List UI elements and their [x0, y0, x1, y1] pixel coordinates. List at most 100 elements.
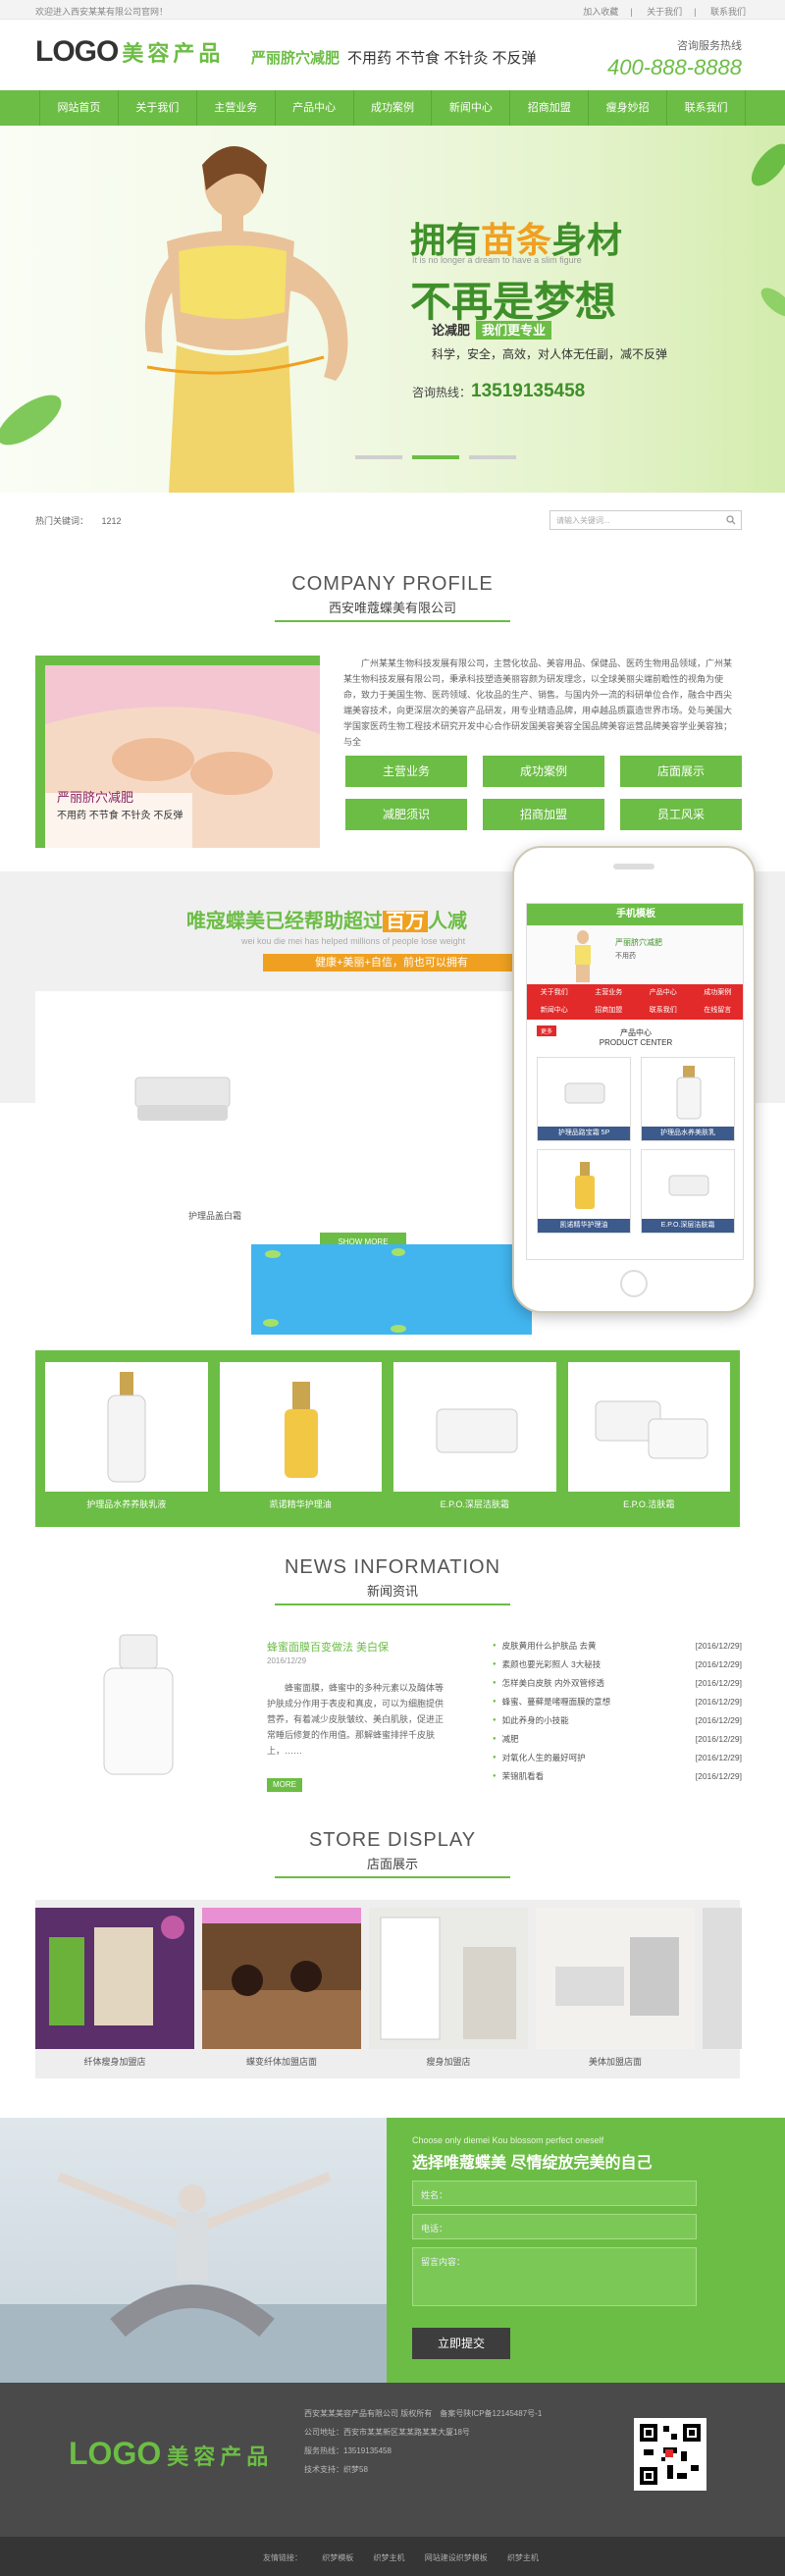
phone-field[interactable]: 电话： — [412, 2214, 697, 2239]
hot-keywords: 热门关键词： 1212 — [35, 516, 122, 526]
phone-product-card[interactable]: 护理品水养美肤乳 — [641, 1057, 735, 1141]
contact-form: Choose only diemei Kou blossom perfect o… — [387, 2118, 785, 2383]
phone-nav-item[interactable]: 招商加盟 — [582, 1002, 637, 1020]
news-list-item[interactable]: 对氧化人生的最好呵护[2016/12/29] — [493, 1749, 742, 1767]
about-section-title: COMPANY PROFILE 西安唯蔻蝶美有限公司 — [0, 573, 785, 622]
friend-link[interactable]: 织梦主机 — [507, 2553, 539, 2562]
footer: LOGO 美容产品 西安某某美容产品有限公司 版权所有 备案号陕ICP备12145… — [0, 2383, 785, 2537]
news-list-item[interactable]: 蜂蜜、蔓藓是啫喱面膜的意想[2016/12/29] — [493, 1693, 742, 1711]
nav-business[interactable]: 主营业务 — [197, 90, 276, 126]
about-image: 严丽脐穴减肥 不用药 不节食 不针灸 不反弹 — [35, 656, 320, 848]
phone-nav-item[interactable]: 产品中心 — [636, 984, 691, 1002]
banner-illustration — [0, 143, 785, 493]
nav-franchise[interactable]: 招商加盟 — [510, 90, 590, 126]
news-list-item[interactable]: 茉锦肌看看[2016/12/29] — [493, 1767, 742, 1786]
product-strip: 护理品水养养肤乳液 凯诺精华护理油 E.P.O.深层洁肤霜 E.P.O.洁肤霜 — [35, 1350, 740, 1527]
contact-title: 选择唯蔻蝶美 尽情绽放完美的自己 — [412, 2155, 653, 2172]
news-list-item[interactable]: 怎样美白皮肤 内外双管修透[2016/12/29] — [493, 1674, 742, 1693]
name-field[interactable]: 姓名： — [412, 2181, 697, 2206]
phone-product-card[interactable]: 凯诺精华护理油 — [537, 1149, 631, 1234]
hot-keyword-item[interactable]: 1212 — [102, 516, 122, 526]
news-headline[interactable]: 蜂蜜面膜百变做法 美白保 — [267, 1639, 389, 1655]
about-btn-business[interactable]: 主营业务 — [345, 756, 467, 787]
nav-news[interactable]: 新闻中心 — [432, 90, 511, 126]
search-input[interactable]: 请输入关键词... — [550, 510, 742, 530]
header: LOGO 美容产品 严丽脐穴减肥 不用药 不节食 不针灸 不反弹 咨询服务热线 40… — [0, 20, 785, 88]
store-card[interactable]: 美体加盟店面 — [536, 1908, 695, 2067]
about-btn-stores[interactable]: 店面展示 — [620, 756, 742, 787]
banner-hotline: 咨询热线：13519135458 — [412, 381, 586, 401]
cream-jar-image — [436, 1408, 518, 1453]
cream-jar-image — [134, 1077, 231, 1121]
friend-links-bar: 友情链接： 织梦模板 织梦主机 网站建设织梦模板 织梦主机 — [0, 2537, 785, 2576]
add-favorite-link[interactable]: 加入收藏 — [583, 7, 618, 17]
hero-banner: 拥有苗条身材 It is no longer a dream to have a… — [0, 126, 785, 493]
banner-dot-1[interactable] — [355, 455, 402, 459]
news-more-button[interactable]: MORE — [267, 1778, 302, 1792]
news-list-item[interactable]: 皮肤黄用什么护肤品 去黄[2016/12/29] — [493, 1637, 742, 1656]
phone-product-card[interactable]: E.P.O.深层洁肤霜 — [641, 1149, 735, 1234]
header-slogan: 严丽脐穴减肥 不用药 不节食 不针灸 不反弹 — [251, 50, 537, 67]
about-link[interactable]: 关于我们 — [647, 7, 682, 17]
phone-nav-item[interactable]: 成功案例 — [691, 984, 744, 1002]
banner-dot-3[interactable] — [469, 455, 516, 459]
welcome-text: 欢迎进入西安某某有限公司官网！ — [35, 7, 169, 17]
nav-cases[interactable]: 成功案例 — [354, 90, 433, 126]
product-card[interactable]: 护理品水养养肤乳液 — [45, 1362, 208, 1509]
news-list-item[interactable]: 素颜也要光彩照人 3大秘技[2016/12/29] — [493, 1656, 742, 1674]
message-field[interactable]: 留言内容： — [412, 2247, 697, 2306]
nav-contact[interactable]: 联系我们 — [667, 90, 747, 126]
banner-pagination — [355, 455, 516, 459]
about-btn-franchise[interactable]: 招商加盟 — [483, 799, 604, 830]
nav-tips[interactable]: 瘦身妙招 — [589, 90, 668, 126]
friend-link[interactable]: 织梦模板 — [322, 2553, 353, 2562]
about-btn-cases[interactable]: 成功案例 — [483, 756, 604, 787]
banner-dot-2[interactable] — [412, 455, 459, 459]
nav-about[interactable]: 关于我们 — [119, 90, 197, 126]
lotion-bottle-image — [107, 1372, 146, 1483]
contact-link[interactable]: 联系我们 — [710, 7, 746, 17]
promo-tile-caption: 护理品盖白霜 — [188, 1211, 242, 1221]
news-list-item[interactable]: 减肥[2016/12/29] — [493, 1730, 742, 1749]
store-section-title: STORE DISPLAY 店面展示 — [0, 1829, 785, 1878]
phone-product-card[interactable]: 护理品路宝霜 5P — [537, 1057, 631, 1141]
site-logo[interactable]: LOGO 美容产品 — [35, 35, 224, 69]
phone-speaker — [613, 864, 654, 869]
news-lotion-image — [103, 1634, 174, 1775]
promo-tile: 护理品盖白霜 SHOW MORE — [35, 991, 514, 1256]
phone-nav-item[interactable]: 联系我们 — [636, 1002, 691, 1020]
nav-home[interactable]: 网站首页 — [39, 90, 119, 126]
cream-set-image — [595, 1400, 707, 1459]
product-card[interactable]: 凯诺精华护理油 — [219, 1362, 382, 1509]
store-card[interactable]: 蝶变纤体加盟店面 — [202, 1908, 361, 2067]
news-list-item[interactable]: 如此养身的小技能[2016/12/29] — [493, 1711, 742, 1730]
banner-tag: 论减肥 我们更专业 — [432, 320, 552, 340]
search-bar: 热门关键词： 1212 请输入关键词... — [0, 506, 785, 536]
top-links: 加入收藏 | 关于我们 | 联系我们 — [583, 7, 746, 17]
friend-link[interactable]: 网站建设织梦模板 — [425, 2553, 488, 2562]
phone-nav-item[interactable]: 在线留言 — [691, 1002, 744, 1020]
store-photo — [35, 1908, 194, 2049]
about-btn-staff[interactable]: 员工风采 — [620, 799, 742, 830]
nav-products[interactable]: 产品中心 — [276, 90, 354, 126]
promo-subtitle: wei kou die mei has helped millions of p… — [241, 936, 466, 946]
friend-link[interactable]: 织梦主机 — [373, 2553, 404, 2562]
yoga-image — [0, 2118, 387, 2383]
phone-nav-item[interactable]: 主营业务 — [582, 984, 637, 1002]
store-photo — [536, 1908, 695, 2049]
submit-button[interactable]: 立即提交 — [412, 2328, 510, 2359]
store-card-partial — [703, 1908, 742, 2049]
store-card[interactable]: 纤体瘦身加盟店 — [35, 1908, 194, 2067]
product-card[interactable]: E.P.O.洁肤霜 — [567, 1362, 730, 1509]
phone-screen: 手机模板 严丽脐穴减肥 不用药 关于我们 主营业务 产品中心 成功案例 新闻中心… — [526, 903, 744, 1260]
phone-nav-item[interactable]: 关于我们 — [527, 984, 582, 1002]
store-card[interactable]: 瘦身加盟店 — [369, 1908, 528, 2067]
search-icon[interactable] — [726, 515, 736, 525]
phone-home-button — [620, 1270, 648, 1297]
about-btn-tips[interactable]: 减肥须识 — [345, 799, 467, 830]
product-card[interactable]: E.P.O.深层洁肤霜 — [393, 1362, 556, 1509]
promo-blue-panel — [251, 1244, 532, 1335]
news-section-title: NEWS INFORMATION 新闻资讯 — [0, 1556, 785, 1605]
about-buttons: 主营业务 成功案例 店面展示 减肥须识 招商加盟 员工风采 — [345, 756, 742, 830]
phone-nav-item[interactable]: 新闻中心 — [527, 1002, 582, 1020]
